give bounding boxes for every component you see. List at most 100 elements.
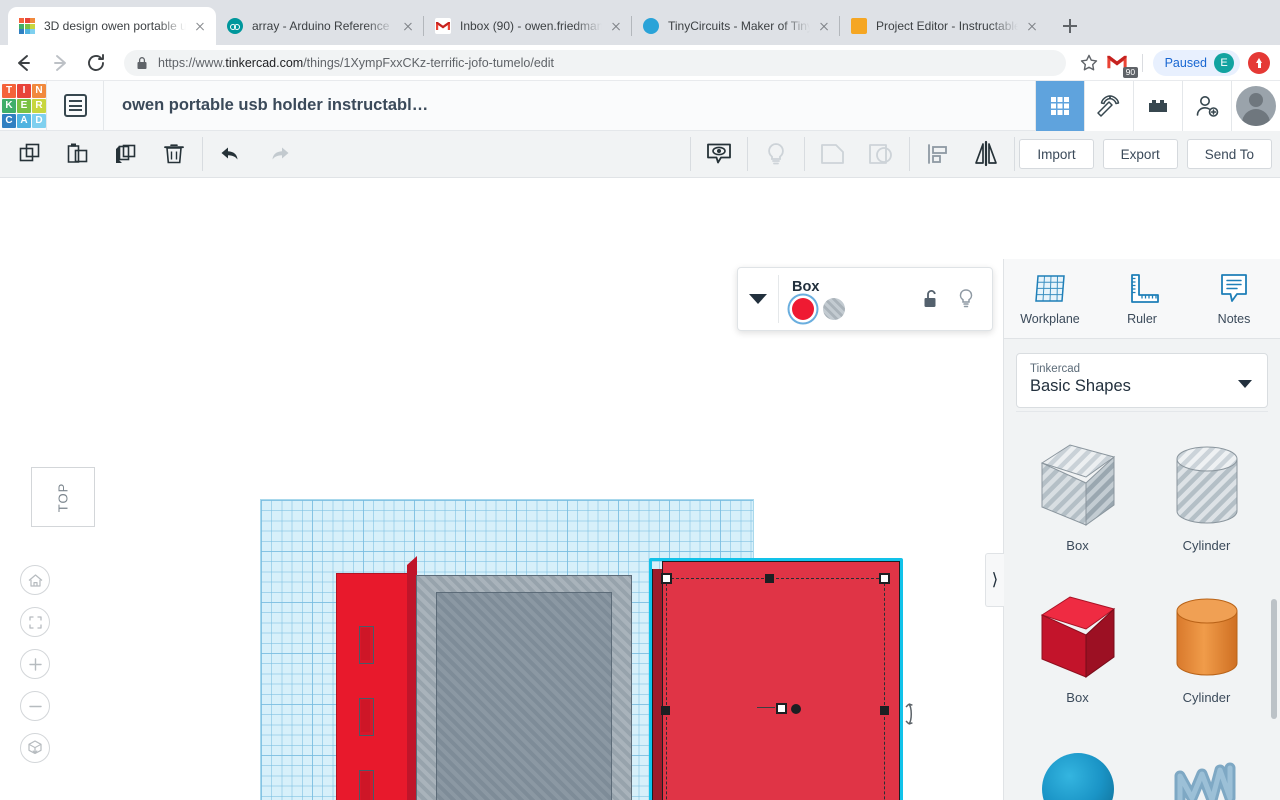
update-chrome-icon[interactable]: [1248, 51, 1270, 74]
light-bulb-icon[interactable]: [958, 288, 974, 310]
resize-handle-edge[interactable]: [765, 574, 774, 583]
shape-library-select[interactable]: Tinkercad Basic Shapes: [1016, 353, 1268, 408]
resize-handle-corner[interactable]: [661, 573, 672, 584]
toolbar-divider: [804, 137, 806, 171]
send-to-button[interactable]: Send To: [1186, 139, 1272, 169]
browser-tab-1[interactable]: array - Arduino Reference: [216, 7, 424, 45]
close-icon[interactable]: [608, 18, 624, 34]
resize-handle-corner[interactable]: [879, 573, 890, 584]
address-bar[interactable]: https://www.tinkercad.com/things/1XympFx…: [124, 49, 1066, 76]
lock-open-icon[interactable]: [923, 289, 940, 309]
browser-tab-3[interactable]: TinyCircuits - Maker of Tiny, O: [631, 7, 840, 45]
tool-ruler[interactable]: Ruler: [1096, 259, 1188, 338]
undo-icon[interactable]: [207, 131, 255, 178]
mirror-icon[interactable]: [962, 131, 1010, 178]
sphere-blue-shape-icon: [1035, 736, 1121, 800]
group-icon[interactable]: [809, 131, 857, 178]
new-tab-button[interactable]: [1056, 12, 1084, 40]
gmail-extension-icon[interactable]: 90: [1106, 51, 1138, 78]
view-cube[interactable]: TOP: [31, 467, 95, 527]
arduino-favicon-icon: [227, 18, 243, 34]
align-icon[interactable]: [914, 131, 962, 178]
page-title[interactable]: owen portable usb holder instructabl…: [104, 96, 428, 115]
light-bulb-icon[interactable]: [752, 131, 800, 178]
header-actions: [1035, 80, 1280, 131]
tinkercad-logo-icon[interactable]: T I N K E R C A D: [2, 83, 46, 128]
popup-collapse-button[interactable]: [738, 294, 778, 304]
profile-avatar: E: [1214, 52, 1234, 73]
resize-handle-edge[interactable]: [880, 706, 889, 715]
shape-slot: [359, 626, 374, 664]
paste-icon[interactable]: [54, 131, 102, 178]
browser-tab-0[interactable]: 3D design owen portable usb h: [8, 7, 216, 45]
home-view-icon[interactable]: [20, 565, 50, 595]
solid-swatch[interactable]: [792, 297, 814, 320]
tool-label: Notes: [1217, 311, 1251, 326]
shape-properties-popup[interactable]: Box: [737, 267, 993, 331]
close-icon[interactable]: [192, 18, 208, 34]
back-button[interactable]: [10, 49, 38, 77]
zoom-out-icon[interactable]: [20, 691, 50, 721]
ungroup-icon[interactable]: [857, 131, 905, 178]
tool-workplane[interactable]: Workplane: [1004, 259, 1096, 338]
browser-tab-title: array - Arduino Reference: [252, 19, 390, 33]
chevron-down-icon: [1238, 380, 1252, 388]
resize-handle-edge[interactable]: [661, 706, 670, 715]
tool-notes[interactable]: Notes: [1188, 259, 1280, 338]
import-button[interactable]: Import: [1019, 139, 1094, 169]
shapes-scrollbar[interactable]: [1271, 599, 1277, 719]
hole-swatch[interactable]: [823, 297, 845, 320]
browser-tab-2[interactable]: Inbox (90) - owen.friedman@m: [423, 7, 632, 45]
shape-item-box-red[interactable]: Box: [1016, 578, 1139, 730]
user-avatar[interactable]: [1231, 80, 1280, 131]
zoom-in-icon[interactable]: [20, 649, 50, 679]
browser-tab-title: Project Editor - Instructables: [876, 19, 1018, 33]
ortho-view-icon[interactable]: [20, 733, 50, 763]
shape-red-bar[interactable]: [336, 555, 417, 800]
codeblocks-pickaxe-icon[interactable]: [1084, 80, 1133, 131]
tinkercad-favicon-icon: [19, 18, 35, 34]
export-button[interactable]: Export: [1102, 139, 1178, 169]
gmail-unread-badge: 90: [1123, 66, 1138, 78]
project-list-button[interactable]: [47, 81, 103, 131]
shape-selected-box[interactable]: [649, 558, 913, 800]
shape-item-cylinder-orange[interactable]: Cylinder: [1145, 578, 1268, 730]
profile-button[interactable]: Paused E: [1152, 49, 1240, 76]
close-icon[interactable]: [400, 18, 416, 34]
logo-letter: I: [17, 83, 31, 98]
rotate-handle-vertical[interactable]: [900, 701, 916, 727]
shape-item-cylinder-hole[interactable]: Cylinder: [1145, 426, 1268, 578]
show-hide-icon[interactable]: [695, 131, 743, 178]
shape-name-label: Box: [792, 278, 820, 295]
logo-letter: N: [32, 83, 46, 98]
duplicate-icon[interactable]: [102, 131, 150, 178]
blocks-brick-icon[interactable]: [1133, 80, 1182, 131]
invite-person-icon[interactable]: [1182, 80, 1231, 131]
delete-icon[interactable]: [150, 131, 198, 178]
close-icon[interactable]: [816, 18, 832, 34]
close-icon[interactable]: [1024, 18, 1040, 34]
reload-button[interactable]: [82, 49, 110, 77]
bookmark-star-icon[interactable]: [1078, 52, 1100, 74]
grid-view-icon[interactable]: [1035, 80, 1084, 131]
browser-tab-4[interactable]: Project Editor - Instructables: [839, 7, 1048, 45]
shape-label: Cylinder: [1182, 538, 1231, 553]
panel-collapse-button[interactable]: ⟩: [985, 553, 1004, 607]
shape-item-sphere[interactable]: Sphere: [1016, 730, 1139, 800]
fit-view-icon[interactable]: [20, 607, 50, 637]
shape-library-grid: Box Cylinder Box Cylinder: [1016, 411, 1268, 800]
toolbar-divider: [202, 137, 203, 171]
center-dot-handle[interactable]: [791, 704, 801, 714]
height-handle[interactable]: [776, 703, 787, 714]
redo-icon[interactable]: [255, 131, 303, 178]
browser-tab-strip: 3D design owen portable usb h array - Ar…: [0, 0, 1280, 45]
shape-gray-hole-plate[interactable]: [416, 575, 632, 800]
3d-canvas[interactable]: Workplane: [0, 259, 1003, 800]
forward-button[interactable]: [46, 49, 74, 77]
toolbar-divider: [747, 137, 749, 171]
cylinder-hole-shape-icon: [1163, 432, 1251, 538]
shape-item-scribble[interactable]: Scribble: [1145, 730, 1268, 800]
url-path: /things/1XympFxxCKz-terrific-jofo-tumelo…: [303, 55, 554, 70]
copy-icon[interactable]: [6, 131, 54, 178]
shape-item-box-hole[interactable]: Box: [1016, 426, 1139, 578]
